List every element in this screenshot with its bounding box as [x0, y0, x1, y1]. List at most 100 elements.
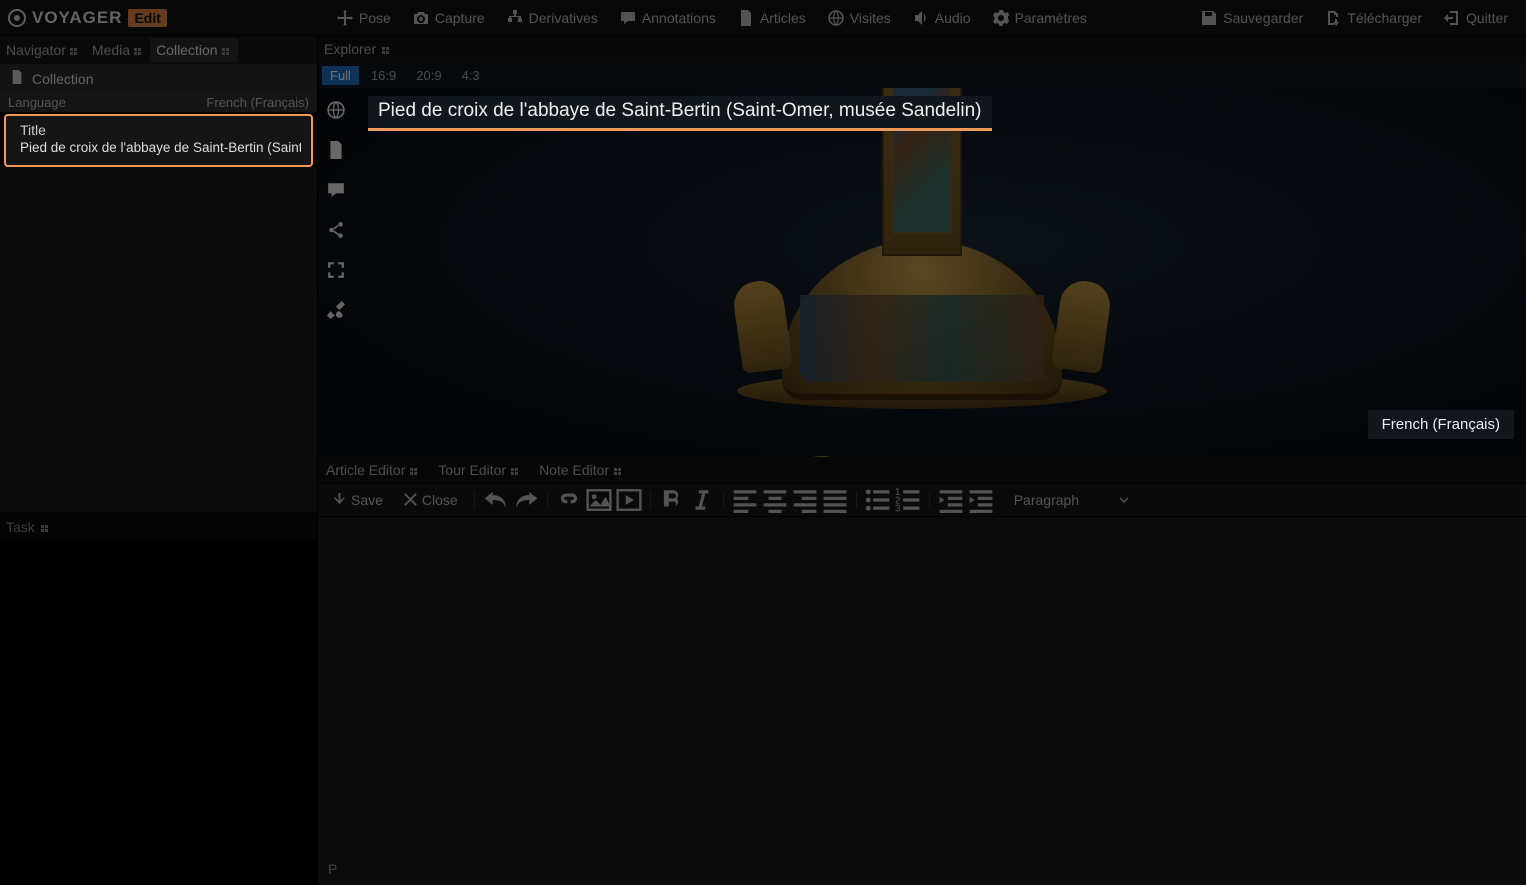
language-row[interactable]: Language French (Français) — [0, 93, 317, 112]
globe-icon — [828, 10, 844, 26]
toolbar-main: Pose Capture Derivatives Annotations Art… — [327, 5, 1097, 31]
editor-save-button[interactable]: Save — [324, 488, 391, 512]
tab-note-editor[interactable]: Note Editor — [535, 460, 628, 480]
collection-header: Collection — [0, 64, 317, 93]
right-column: Explorer Full 16:9 20:9 4:3 Pied de croi… — [318, 36, 1526, 885]
derivatives-button[interactable]: Derivatives — [497, 5, 608, 31]
navigator-empty-area — [0, 167, 317, 512]
list-ul-icon[interactable] — [865, 483, 891, 517]
viewer-side-toolbar — [324, 98, 348, 322]
grip-icon — [70, 45, 80, 55]
save-icon — [1201, 10, 1217, 26]
gear-icon — [993, 10, 1009, 26]
aspect-ratio-row: Full 16:9 20:9 4:3 — [318, 62, 1526, 88]
share-icon[interactable] — [324, 218, 348, 242]
top-bar: VOYAGER Edit Pose Capture Derivatives An… — [0, 0, 1526, 36]
title-label: Title — [20, 122, 301, 138]
aspect-full[interactable]: Full — [322, 66, 359, 85]
globe-icon[interactable] — [324, 98, 348, 122]
image-icon[interactable] — [586, 483, 612, 517]
aspect-4-3[interactable]: 4:3 — [454, 66, 488, 85]
move-icon — [337, 10, 353, 26]
scene-title-underline — [368, 128, 992, 131]
undo-icon[interactable] — [483, 483, 509, 517]
camera-icon — [413, 10, 429, 26]
language-value: French (Français) — [206, 95, 309, 110]
brand: VOYAGER Edit — [8, 8, 167, 28]
outdent-icon[interactable] — [938, 483, 964, 517]
editor-body[interactable]: P — [318, 517, 1526, 885]
document-icon[interactable] — [324, 138, 348, 162]
align-justify-icon[interactable] — [822, 483, 848, 517]
link-icon[interactable] — [556, 483, 582, 517]
comment-icon[interactable] — [324, 178, 348, 202]
annotations-button[interactable]: Annotations — [610, 5, 726, 31]
articles-button[interactable]: Articles — [728, 5, 816, 31]
list-ol-icon[interactable]: 123 — [895, 483, 921, 517]
hierarchy-icon — [507, 10, 523, 26]
pose-button[interactable]: Pose — [327, 5, 401, 31]
redo-icon[interactable] — [513, 483, 539, 517]
aspect-20-9[interactable]: 20:9 — [408, 66, 449, 85]
separator — [856, 491, 857, 509]
italic-icon[interactable] — [689, 483, 715, 517]
title-field-block[interactable]: Title Pied de croix de l'abbaye de Saint… — [4, 114, 313, 167]
task-panel-header[interactable]: Task — [0, 512, 317, 540]
paragraph-dropdown[interactable]: Paragraph — [1004, 488, 1139, 512]
mode-badge: Edit — [128, 9, 166, 27]
document-icon — [738, 10, 754, 26]
collection-header-label: Collection — [32, 71, 93, 87]
explorer-panel-header[interactable]: Explorer — [318, 36, 1526, 62]
left-panel-tabs: Navigator Media Collection — [0, 36, 317, 64]
left-column: Navigator Media Collection Collection La… — [0, 36, 318, 885]
align-center-icon[interactable] — [762, 483, 788, 517]
scene-title: Pied de croix de l'abbaye de Saint-Berti… — [368, 96, 992, 128]
editor-toolbar: Save Close 123 — [318, 483, 1526, 517]
tab-tour-editor[interactable]: Tour Editor — [434, 460, 525, 480]
grip-icon — [222, 45, 232, 55]
model-3d — [727, 88, 1117, 457]
title-input[interactable]: Pied de croix de l'abbaye de Saint-Berti… — [20, 140, 301, 155]
task-empty-area — [0, 540, 317, 885]
toolbar-right: Sauvegarder Télécharger Quitter — [1191, 5, 1518, 31]
bold-icon[interactable] — [659, 483, 685, 517]
parametres-button[interactable]: Paramètres — [983, 5, 1097, 31]
scene-title-overlay: Pied de croix de l'abbaye de Saint-Berti… — [368, 96, 992, 131]
tab-article-editor[interactable]: Article Editor — [322, 460, 424, 480]
grip-icon — [134, 45, 144, 55]
tab-media[interactable]: Media — [86, 38, 150, 62]
sauvegarder-button[interactable]: Sauvegarder — [1191, 5, 1313, 31]
tab-collection[interactable]: Collection — [150, 38, 237, 62]
separator — [723, 491, 724, 509]
task-label: Task — [6, 519, 35, 535]
fullscreen-icon[interactable] — [324, 258, 348, 282]
viewer-3d-canvas[interactable]: Pied de croix de l'abbaye de Saint-Berti… — [318, 88, 1526, 457]
grip-icon — [511, 465, 521, 475]
separator — [474, 491, 475, 509]
svg-text:3: 3 — [895, 503, 900, 513]
visites-button[interactable]: Visites — [818, 5, 901, 31]
align-left-icon[interactable] — [732, 483, 758, 517]
main-area: Navigator Media Collection Collection La… — [0, 36, 1526, 885]
tools-icon[interactable] — [324, 298, 348, 322]
video-icon[interactable] — [616, 483, 642, 517]
indent-icon[interactable] — [968, 483, 994, 517]
capture-button[interactable]: Capture — [403, 5, 495, 31]
viewer-language-badge[interactable]: French (Français) — [1368, 410, 1514, 439]
separator — [929, 491, 930, 509]
explorer-label: Explorer — [324, 41, 376, 57]
voyager-logo-icon — [8, 9, 26, 27]
separator — [650, 491, 651, 509]
telecharger-button[interactable]: Télécharger — [1315, 5, 1432, 31]
quitter-button[interactable]: Quitter — [1434, 5, 1518, 31]
chevron-down-icon — [1119, 492, 1129, 508]
align-right-icon[interactable] — [792, 483, 818, 517]
aspect-16-9[interactable]: 16:9 — [363, 66, 404, 85]
editor-close-button[interactable]: Close — [395, 488, 466, 512]
grip-icon — [410, 465, 420, 475]
download-icon — [1325, 10, 1341, 26]
audio-button[interactable]: Audio — [903, 5, 981, 31]
brand-name: VOYAGER — [32, 8, 122, 28]
tab-navigator[interactable]: Navigator — [0, 38, 86, 62]
language-label: Language — [8, 95, 66, 110]
